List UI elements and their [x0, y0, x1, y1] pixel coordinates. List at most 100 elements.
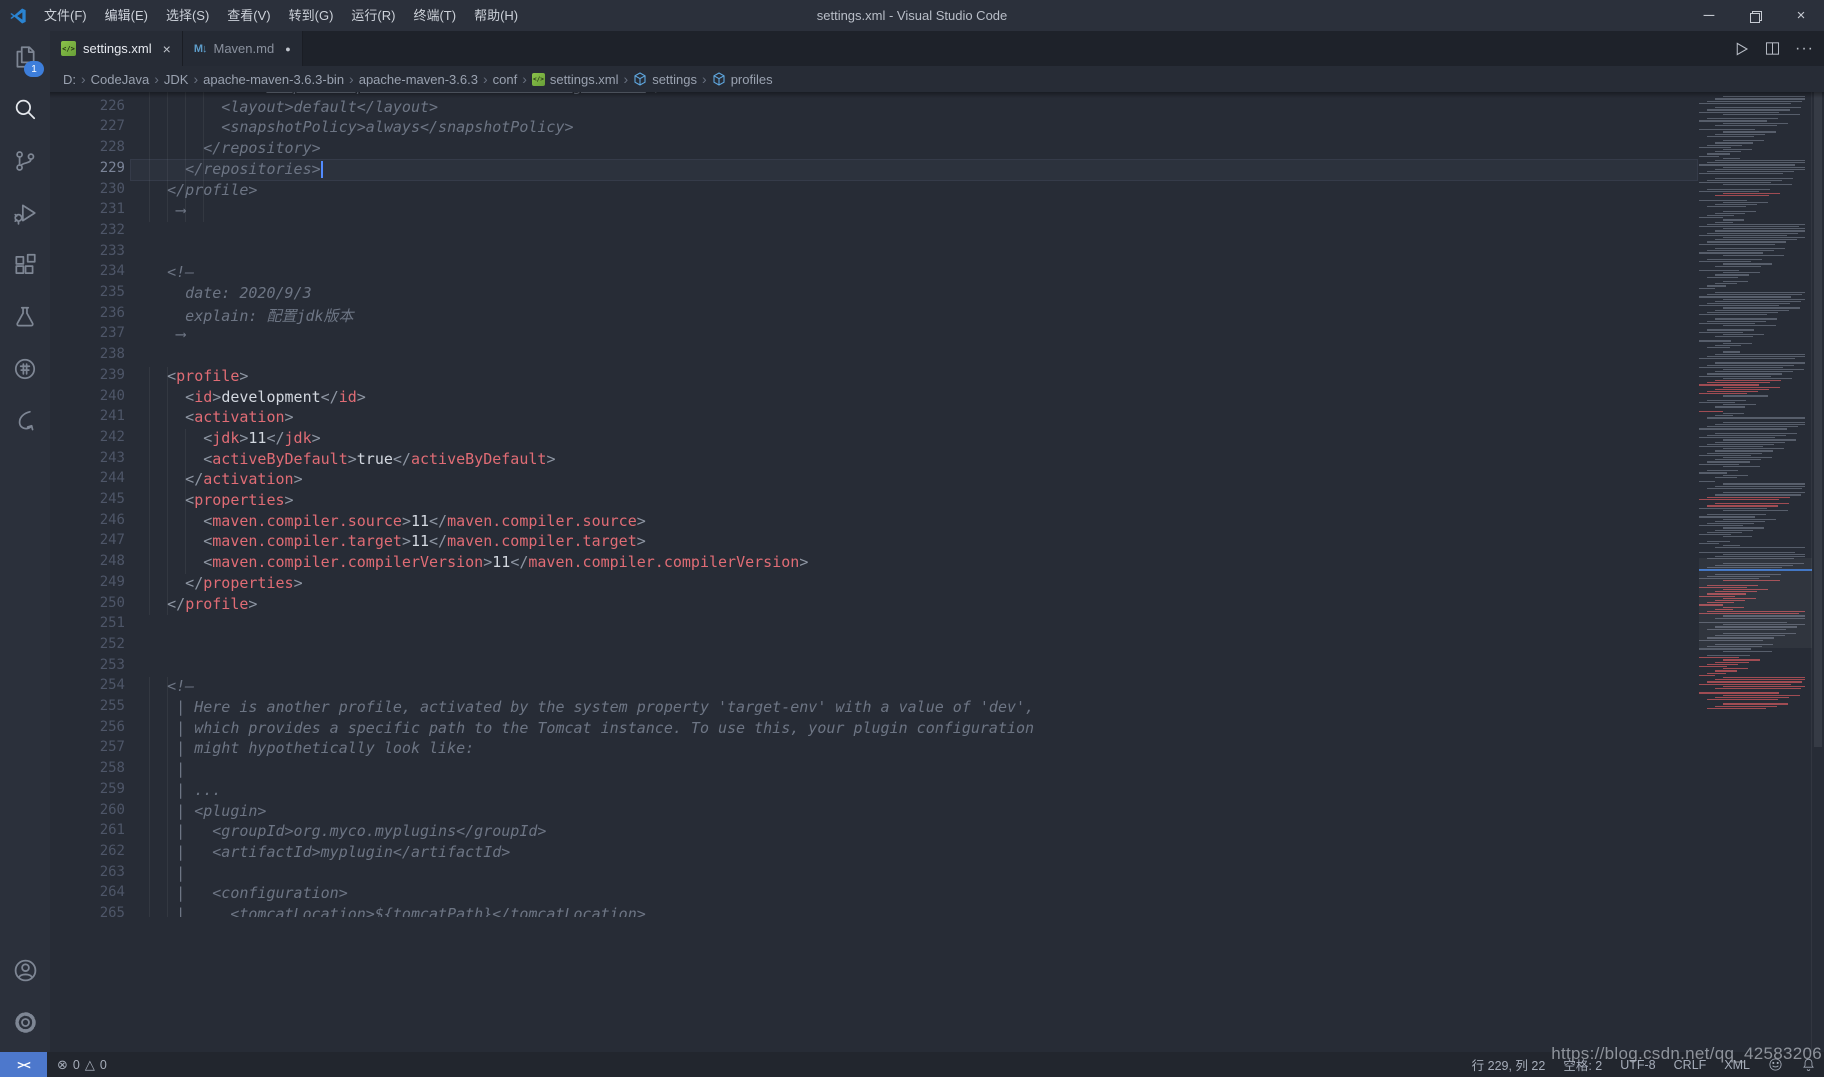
- minimap-line: [1707, 145, 1742, 146]
- breadcrumb-item-settings-xml[interactable]: </>settings.xml: [532, 72, 619, 87]
- extension-hook-button[interactable]: [0, 395, 50, 447]
- line-number: 248: [50, 553, 125, 574]
- xml-tag: activeByDefault: [212, 450, 347, 468]
- breadcrumb-item-settings[interactable]: settings: [633, 72, 697, 87]
- code-line: | Here is another profile, activated by …: [131, 698, 1697, 719]
- menu-selection[interactable]: 选择(S): [157, 0, 218, 31]
- code-token: >: [637, 512, 646, 530]
- line-number: 250: [50, 595, 125, 616]
- minimap[interactable]: [1699, 92, 1812, 1052]
- notifications-bell-icon[interactable]: [1801, 1057, 1816, 1072]
- more-actions-icon[interactable]: ···: [1795, 40, 1814, 58]
- minimap-line: [1715, 336, 1753, 337]
- tab-settings-xml[interactable]: </> settings.xml ×: [50, 31, 183, 66]
- source-control-button[interactable]: [0, 135, 50, 187]
- encoding[interactable]: UTF-8: [1620, 1058, 1655, 1072]
- minimap-line: [1715, 688, 1801, 689]
- code-token: <: [131, 532, 212, 550]
- minimap-line: [1707, 382, 1770, 383]
- breadcrumb-item-apache-maven-3-6-3-bin[interactable]: apache-maven-3.6.3-bin: [203, 72, 344, 87]
- minimap-line: [1699, 411, 1723, 412]
- problems-indicator[interactable]: ⊗ 0 △ 0: [57, 1057, 107, 1073]
- breadcrumb-item-jdk[interactable]: JDK: [164, 72, 189, 87]
- feedback-smiley-icon[interactable]: [1768, 1057, 1783, 1072]
- breadcrumb-label: apache-maven-3.6.3-bin: [203, 72, 344, 87]
- code-token: <!—: [131, 677, 194, 695]
- menu-view[interactable]: 查看(V): [218, 0, 279, 31]
- code-token: </: [321, 388, 339, 406]
- line-number: 258: [50, 760, 125, 781]
- xml-text: 11: [492, 553, 510, 571]
- search-button[interactable]: [0, 83, 50, 135]
- code-line: date: 2020/9/3: [131, 284, 1697, 305]
- line-number: 243: [50, 450, 125, 471]
- line-number: 226: [50, 98, 125, 119]
- editor-pane[interactable]: 2262272282292302312322332342352362372382…: [50, 92, 1824, 1052]
- breadcrumb-item-d-[interactable]: D:: [63, 72, 76, 87]
- minimap-line: [1715, 459, 1761, 460]
- minimap-line: [1723, 483, 1805, 484]
- breadcrumb-item-conf[interactable]: conf: [493, 72, 518, 87]
- line-number: 264: [50, 884, 125, 905]
- symbol-cube-icon: [712, 72, 726, 86]
- error-icon: ⊗: [57, 1057, 68, 1073]
- code-line: [131, 636, 1697, 657]
- breadcrumb-separator: ›: [344, 71, 359, 87]
- cursor-position[interactable]: 行 229, 列 22: [1472, 1055, 1546, 1074]
- tab-close-icon[interactable]: ×: [163, 41, 171, 57]
- menu-go[interactable]: 转到(G): [280, 0, 343, 31]
- run-debug-button[interactable]: [0, 187, 50, 239]
- minimize-button[interactable]: ─: [1686, 0, 1732, 31]
- menu-edit[interactable]: 编辑(E): [96, 0, 157, 31]
- minimap-line: [1715, 380, 1781, 381]
- extensions-button[interactable]: [0, 239, 50, 291]
- breadcrumb-label: CodeJava: [91, 72, 150, 87]
- extension-globe-button[interactable]: [0, 343, 50, 395]
- minimap-line: [1723, 519, 1776, 520]
- minimap-line: [1715, 662, 1749, 663]
- breadcrumb-item-codejava[interactable]: CodeJava: [91, 72, 150, 87]
- breadcrumb-item-profiles[interactable]: profiles: [712, 72, 773, 87]
- scrollbar-slider[interactable]: [1814, 92, 1822, 747]
- tab-maven-md[interactable]: M↓ Maven.md ●: [183, 31, 303, 66]
- minimap-line: [1715, 107, 1801, 108]
- minimap-line: [1707, 673, 1726, 674]
- line-number: 232: [50, 222, 125, 243]
- minimap-slider[interactable]: [1699, 558, 1812, 648]
- minimap-line: [1699, 147, 1731, 148]
- split-editor-icon[interactable]: [1764, 40, 1781, 57]
- menu-terminal[interactable]: 终端(T): [404, 0, 465, 31]
- code-token: >: [285, 408, 294, 426]
- account-button[interactable]: [0, 944, 50, 996]
- minimap-line: [1723, 413, 1744, 414]
- code-token: >: [799, 553, 808, 571]
- run-play-icon[interactable]: [1732, 40, 1750, 58]
- eol-sequence[interactable]: CRLF: [1674, 1058, 1707, 1072]
- tab-modified-dot-icon[interactable]: ●: [285, 44, 290, 54]
- code-token: <layout>default</layout>: [131, 98, 438, 116]
- xml-text: 11: [411, 512, 429, 530]
- explorer-button[interactable]: 1: [0, 31, 50, 83]
- test-beaker-button[interactable]: [0, 291, 50, 343]
- line-number: 261: [50, 822, 125, 843]
- indentation-setting[interactable]: 空格: 2: [1563, 1055, 1602, 1074]
- minimap-line: [1715, 151, 1741, 152]
- menu-run[interactable]: 运行(R): [342, 0, 404, 31]
- minimap-line: [1707, 444, 1774, 445]
- minimap-line: [1723, 439, 1796, 440]
- restore-button[interactable]: [1732, 0, 1778, 31]
- minimap-line: [1715, 521, 1765, 522]
- vertical-scrollbar[interactable]: [1811, 92, 1824, 1052]
- minimap-line: [1699, 684, 1791, 685]
- menu-help[interactable]: 帮助(H): [465, 0, 527, 31]
- settings-gear-button[interactable]: [0, 996, 50, 1048]
- breadcrumb-label: D:: [63, 72, 76, 87]
- menu-file[interactable]: 文件(F): [35, 0, 96, 31]
- language-mode[interactable]: XML: [1724, 1058, 1750, 1072]
- minimap-line: [1715, 213, 1745, 214]
- breadcrumb-item-apache-maven-3-6-3[interactable]: apache-maven-3.6.3: [359, 72, 478, 87]
- close-button[interactable]: ×: [1778, 0, 1824, 31]
- minimap-line: [1715, 477, 1737, 478]
- minimap-line: [1715, 670, 1737, 671]
- remote-indicator[interactable]: ><: [0, 1052, 47, 1077]
